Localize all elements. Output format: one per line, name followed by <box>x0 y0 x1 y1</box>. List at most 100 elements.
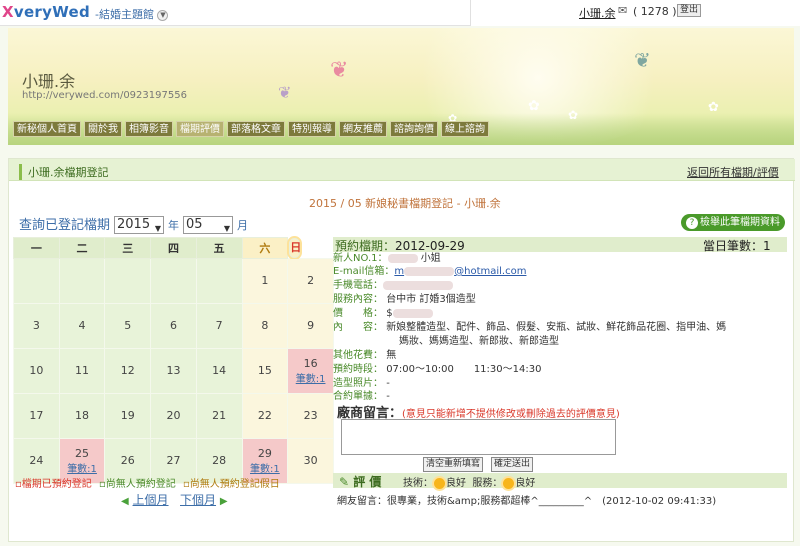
chevron-down-icon: ▼ <box>223 224 231 233</box>
year-value: 2015 <box>117 217 151 232</box>
calendar-day[interactable]: 20 <box>150 392 197 439</box>
nav-item-online[interactable]: 線上諮詢 <box>441 121 489 137</box>
day-number: 14 <box>212 364 227 377</box>
day-number: 15 <box>257 364 272 377</box>
booking-header: 預約檔期：2012-09-29 當日筆數：1 <box>333 237 787 254</box>
redacted-name <box>387 253 418 263</box>
day-number: 5 <box>124 319 132 332</box>
skill-label: 技術： <box>403 478 433 489</box>
panel-title: 小珊.余檔期登記 <box>19 164 109 180</box>
calendar-day[interactable]: 19 <box>104 392 152 439</box>
back-link[interactable]: 返回所有檔期/評價 <box>687 164 779 180</box>
calendar-day[interactable]: 3 <box>13 302 60 349</box>
day-number: 20 <box>166 409 181 422</box>
nav-item-report[interactable]: 特別報導 <box>288 121 336 137</box>
user-comment: 網友留言：很專業，技術&amp;服務都超棒^_________^ (2012-1… <box>337 496 717 507</box>
day-number: 19 <box>120 409 135 422</box>
nav-item-about[interactable]: 關於我 <box>84 121 122 137</box>
nav-item-recommend[interactable]: 網友推薦 <box>339 121 387 137</box>
logo-text: veryWed <box>13 3 91 21</box>
day-number: 28 <box>212 454 227 467</box>
calendar-day[interactable]: 18 <box>58 392 106 439</box>
day-count-label: 當日筆數： <box>703 239 764 253</box>
price-label: 價 格： <box>333 308 383 319</box>
clear-button[interactable]: 清空重新填寫 <box>423 457 484 472</box>
calendar-week: 17 18 19 20 21 22 23 <box>13 392 334 439</box>
month-value: 05 <box>186 217 203 232</box>
day-number: 21 <box>212 409 227 422</box>
day-number: 9 <box>307 319 315 332</box>
sun-icon <box>434 477 445 489</box>
month-select[interactable]: 05 ▼ <box>183 216 234 234</box>
calendar-day[interactable]: 10 <box>13 347 60 394</box>
vendor-message-textarea[interactable] <box>341 419 616 455</box>
booking-count-link[interactable]: 筆數:1 <box>243 460 288 475</box>
calendar-day[interactable]: 8 <box>241 302 289 349</box>
flower-icon: ✿ <box>568 108 579 122</box>
calendar-day[interactable]: 17 <box>13 392 60 439</box>
site-logo[interactable]: XveryWed <box>2 3 90 21</box>
booking-count-link[interactable]: 筆數:1 <box>288 370 333 385</box>
year-select[interactable]: 2015 ▼ <box>114 216 165 234</box>
next-month-link[interactable]: 下個月 <box>180 493 216 507</box>
nav-item-blog[interactable]: 部落格文章 <box>227 121 285 137</box>
report-button-label: 檢舉此筆檔期資料 <box>700 217 780 228</box>
report-button[interactable]: ? 檢舉此筆檔期資料 <box>681 214 785 231</box>
day-count-line: 當日筆數：1 <box>703 237 771 254</box>
nav-item-home[interactable]: 新秘個人首頁 <box>13 121 81 137</box>
calendar-day[interactable]: 13 <box>150 347 197 394</box>
chevron-down-icon[interactable]: ▼ <box>157 9 169 21</box>
contract-value: - <box>386 391 390 402</box>
calendar-day[interactable]: 7 <box>195 302 243 349</box>
next-arrow-icon[interactable]: ▶ <box>220 496 228 507</box>
weekday-header-4: 五 <box>195 237 243 259</box>
calendar-day[interactable]: 12 <box>104 347 152 394</box>
calendar-day[interactable]: 15 <box>241 347 289 394</box>
logout-button[interactable]: 登出 <box>677 4 702 17</box>
user-name-link[interactable]: 小珊.余 <box>579 5 616 21</box>
mail-icon[interactable]: ✉ <box>618 4 627 17</box>
service-label: 服務內容： <box>333 294 383 305</box>
calendar-day[interactable]: 2 <box>287 257 334 304</box>
site-menu[interactable]: -結婚主題館 ▼ <box>95 6 169 22</box>
submit-button[interactable]: 確定送出 <box>491 457 534 472</box>
calendar-day <box>13 257 60 304</box>
calendar-day[interactable]: 30 <box>287 437 334 484</box>
evaluation-label: 評 價 <box>353 475 382 489</box>
phone-row: 手機電話： <box>333 279 453 293</box>
calendar-day[interactable]: 16 筆數:1 <box>287 347 334 394</box>
calendar-day[interactable]: 4 <box>58 302 106 349</box>
calendar-day[interactable]: 21 <box>195 392 243 439</box>
day-number: 18 <box>75 409 90 422</box>
evaluation-bar: ✎ 評 價 技術： 良好 服務： 良好 <box>333 473 787 489</box>
bride-row: 新人NO.1： 小姐 <box>333 252 441 266</box>
year-unit: 年 <box>168 219 180 232</box>
nav-item-inquiry[interactable]: 諮詢詢價 <box>390 121 438 137</box>
nav-item-schedule[interactable]: 檔期評價 <box>176 121 224 137</box>
user-area: 小珊.余 ✉ ( 1278 ) 登出 <box>470 0 800 26</box>
calendar-day[interactable]: 22 <box>241 392 289 439</box>
calendar-day[interactable]: 14 <box>195 347 243 394</box>
prev-month-link[interactable]: 上個月 <box>133 493 169 507</box>
calendar-day[interactable]: 5 <box>104 302 152 349</box>
calendar-day[interactable]: 23 <box>287 392 334 439</box>
calendar-day[interactable]: 11 <box>58 347 106 394</box>
service-rating-label: 服務： <box>472 478 503 489</box>
time-row: 預約時段： 07:00～10:00 11:30～14:30 <box>333 363 541 377</box>
logo-mark: X <box>2 3 14 21</box>
day-number: 10 <box>29 364 44 377</box>
day-number: 12 <box>120 364 135 377</box>
calendar-day[interactable]: 1 <box>241 257 289 304</box>
content-row-2: 媽妝、媽媽造型、新郎妝、新郎造型 <box>399 335 559 349</box>
booking-count-link[interactable]: 筆數:1 <box>60 460 105 475</box>
evaluation-ratings: 技術： 良好 服務： 良好 <box>403 474 535 489</box>
calendar-day[interactable]: 9 <box>287 302 334 349</box>
email-link[interactable]: m @hotmail.com <box>394 266 526 277</box>
calendar-day[interactable]: 6 <box>150 302 197 349</box>
profile-url[interactable]: http://verywed.com/0923197556 <box>22 90 187 101</box>
time-value: 07:00～10:00 11:30～14:30 <box>386 364 542 375</box>
nav-item-album[interactable]: 相簿影音 <box>125 121 173 137</box>
butterfly-icon: ❦ <box>330 58 349 83</box>
prev-arrow-icon[interactable]: ◀ <box>121 496 129 507</box>
day-count: 1 <box>763 239 771 253</box>
